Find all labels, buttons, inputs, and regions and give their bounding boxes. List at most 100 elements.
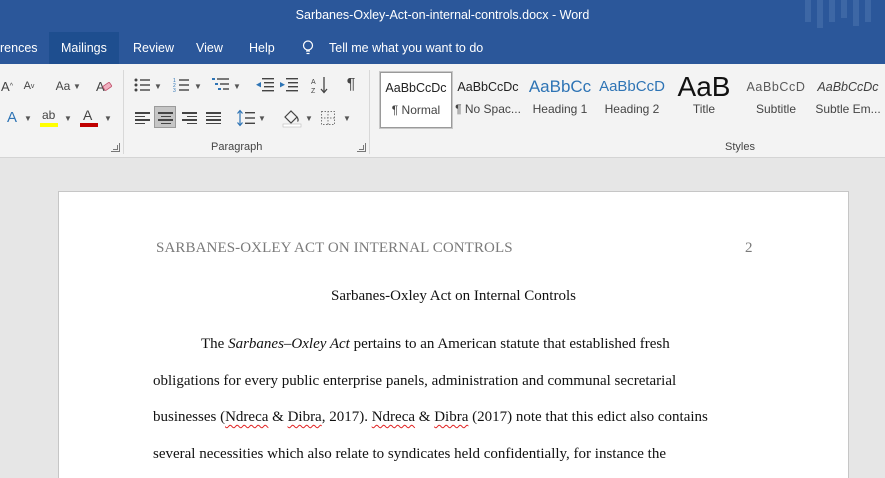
multilevel-list-icon[interactable]: [212, 77, 230, 92]
chevron-down-icon[interactable]: ▼: [154, 82, 162, 91]
highlight-color-bar: [40, 123, 58, 127]
font-color-bar: [80, 123, 98, 127]
chevron-down-icon[interactable]: ▼: [343, 114, 351, 123]
tab-references[interactable]: rences: [0, 32, 50, 64]
style-preview: AaBbCcDc: [457, 80, 519, 94]
text-run: pertains to an American statute that est…: [349, 336, 670, 352]
chevron-down-icon[interactable]: ▼: [194, 82, 202, 91]
tab-view[interactable]: View: [184, 32, 235, 64]
page-number: 2: [745, 240, 753, 256]
style-name: Heading 2: [604, 102, 660, 116]
window-title: Sarbanes-Oxley-Act-on-internal-controls.…: [295, 8, 590, 22]
sort-icon[interactable]: A Z: [311, 76, 329, 94]
clear-formatting-icon[interactable]: A: [95, 78, 113, 94]
font-dialog-launcher-icon[interactable]: [111, 143, 120, 152]
italic-run: Sarbanes–Oxley Act: [228, 336, 350, 352]
group-separator: [369, 70, 370, 154]
paragraph-line-4: several necessities which also relate to…: [153, 446, 667, 462]
title-bar: Sarbanes-Oxley-Act-on-internal-controls.…: [0, 0, 885, 32]
text-effects-button[interactable]: A: [3, 108, 21, 126]
style-name: Subtitle: [755, 102, 797, 116]
grow-font-button[interactable]: A ^: [0, 77, 16, 95]
style-name: Heading 1: [532, 102, 588, 116]
text-run: &: [268, 409, 288, 425]
tab-review[interactable]: Review: [121, 32, 186, 64]
group-separator: [123, 70, 124, 154]
style-name: ¶ Normal: [391, 103, 441, 117]
text-run: The: [201, 336, 229, 352]
text-run: businesses (: [153, 409, 226, 425]
paragraph-line-3: businesses (Ndreca & Dibra, 2017). Ndrec…: [153, 409, 708, 426]
paragraph-line-2: obligations for every public enterprise …: [153, 373, 677, 389]
text-run: (2017) note that this edict also contain…: [468, 409, 708, 425]
style-heading-2[interactable]: AaBbCcD Heading 2: [596, 72, 668, 128]
increase-indent-icon[interactable]: [280, 78, 298, 92]
document-canvas: SARBANES-OXLEY ACT ON INTERNAL CONTROLS …: [0, 158, 885, 478]
document-title: Sarbanes-Oxley Act on Internal Controls: [331, 288, 576, 304]
paragraph-line-1: The Sarbanes–Oxley Act pertains to an Am…: [201, 336, 670, 353]
style-preview: AaBbCc: [528, 77, 592, 96]
bullets-icon[interactable]: [134, 78, 150, 92]
chevron-down-icon[interactable]: ▼: [64, 114, 72, 123]
text-run: , 2017).: [321, 409, 372, 425]
justify-icon[interactable]: [206, 112, 221, 124]
shrink-font-icon: A: [23, 80, 31, 92]
show-formatting-marks-icon[interactable]: ¶: [342, 76, 360, 94]
change-case-icon: Aa: [55, 79, 71, 93]
style-normal[interactable]: AaBbCcDc ¶ Normal: [379, 71, 453, 129]
svg-text:A: A: [311, 79, 316, 86]
highlight-button[interactable]: ab: [40, 108, 60, 128]
spelling-error[interactable]: Ndreca: [225, 409, 268, 425]
style-subtitle[interactable]: AaBbCcD Subtitle: [740, 72, 812, 128]
style-preview: AaB: [677, 72, 731, 102]
borders-icon[interactable]: [321, 111, 335, 125]
ribbon-tabs: rences Mailings Review View Help Tell me…: [0, 32, 885, 64]
chevron-down-icon[interactable]: ▼: [24, 114, 32, 123]
svg-text:Z: Z: [311, 88, 316, 94]
style-preview: AaBbCcD: [599, 78, 665, 95]
chevron-down-icon[interactable]: ▼: [73, 82, 81, 91]
spelling-error[interactable]: Dibra: [288, 409, 322, 425]
grow-font-icon: A: [1, 78, 10, 94]
running-head: SARBANES-OXLEY ACT ON INTERNAL CONTROLS: [156, 240, 513, 256]
svg-text:3: 3: [173, 88, 176, 92]
lightbulb-icon: [302, 40, 314, 55]
align-center-icon: [158, 112, 173, 124]
font-color-icon: A: [83, 107, 93, 123]
style-title[interactable]: AaB Title: [668, 72, 740, 128]
tab-help[interactable]: Help: [237, 32, 287, 64]
shrink-font-button[interactable]: Av: [20, 77, 38, 95]
chevron-down-icon[interactable]: ▼: [233, 82, 241, 91]
style-name: Subtle Em...: [815, 102, 881, 116]
paragraph-dialog-launcher-icon[interactable]: [357, 143, 366, 152]
style-preview: AaBbCcD: [746, 80, 806, 94]
paragraph-group-label: Paragraph: [211, 141, 263, 153]
decrease-indent-icon[interactable]: [256, 78, 274, 92]
style-preview: AaBbCcDc: [817, 80, 879, 94]
spelling-error[interactable]: Ndreca: [372, 409, 415, 425]
highlight-icon: ab: [42, 108, 56, 122]
styles-group-label: Styles: [725, 141, 755, 153]
tell-me-search[interactable]: Tell me what you want to do: [329, 32, 483, 64]
chevron-down-icon[interactable]: ▼: [104, 114, 112, 123]
line-spacing-icon[interactable]: [237, 109, 255, 127]
text-run: &: [415, 409, 435, 425]
style-no-spacing[interactable]: AaBbCcDc ¶ No Spac...: [452, 72, 524, 128]
numbering-icon[interactable]: 1 2 3: [173, 77, 189, 92]
title-bar-decoration: [795, 0, 885, 32]
style-heading-1[interactable]: AaBbCc Heading 1: [524, 72, 596, 128]
font-color-button[interactable]: A: [80, 107, 100, 128]
ribbon: A ^ Av Aa ▼ A A ▼ ab ▼ A ▼ ▼ 1 2 3 ▼ ▼ A…: [0, 64, 885, 158]
text-effects-icon: A: [6, 108, 17, 126]
document-page[interactable]: SARBANES-OXLEY ACT ON INTERNAL CONTROLS …: [58, 191, 849, 478]
align-right-icon[interactable]: [182, 112, 197, 124]
style-name: ¶ No Spac...: [455, 102, 521, 116]
style-subtle-emphasis[interactable]: AaBbCcDc Subtle Em...: [812, 72, 884, 128]
chevron-down-icon[interactable]: ▼: [305, 114, 313, 123]
style-name: Title: [692, 102, 716, 116]
tab-mailings[interactable]: Mailings: [49, 32, 119, 64]
shading-icon[interactable]: [282, 108, 302, 128]
chevron-down-icon[interactable]: ▼: [258, 114, 266, 123]
spelling-error[interactable]: Dibra: [434, 409, 468, 425]
align-left-icon[interactable]: [135, 112, 150, 124]
